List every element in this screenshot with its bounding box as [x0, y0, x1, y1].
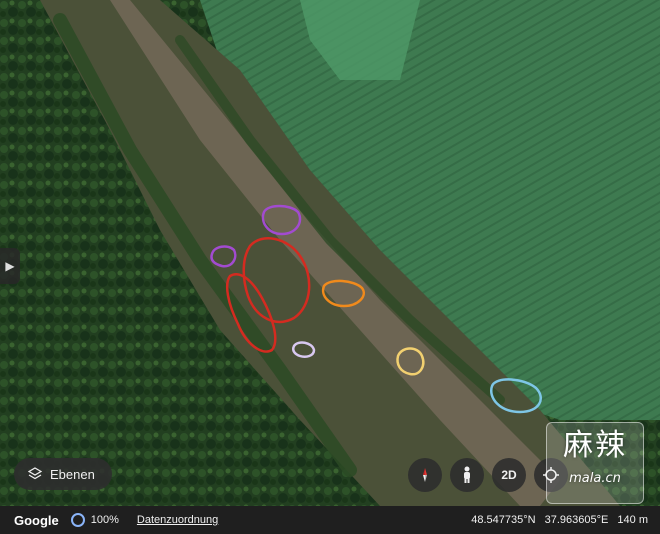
chevron-right-icon: ▶	[5, 259, 15, 273]
layers-icon	[28, 467, 42, 480]
pegman-icon	[464, 466, 470, 483]
compass-button[interactable]	[408, 458, 442, 492]
view-mode-label: 2D	[501, 468, 517, 482]
layers-label: Ebenen	[50, 466, 95, 482]
watermark-sub: mala.cn	[569, 471, 621, 486]
map-view[interactable]: ▶ Ebenen 2D 麻辣 mala.cn Google 100% Daten…	[0, 0, 660, 534]
coordinates-readout: 48.547735°N 37.963605°E 140 m	[465, 514, 648, 526]
view-mode-button[interactable]: 2D	[492, 458, 526, 492]
watermark-logo: 麻辣 mala.cn	[546, 422, 644, 504]
attribution-link[interactable]: Datenzuordnung	[137, 514, 218, 526]
load-progress: 100%	[90, 514, 119, 526]
loading-ring-icon	[70, 513, 85, 527]
google-logo: Google	[14, 512, 59, 528]
layers-button[interactable]: Ebenen	[14, 458, 112, 490]
side-panel-toggle[interactable]: ▶	[0, 248, 20, 284]
pegman-button[interactable]	[450, 458, 484, 492]
watermark-main: 麻辣	[563, 428, 627, 463]
latitude: 48.547735°N	[471, 514, 536, 526]
altitude: 140 m	[617, 514, 648, 526]
compass-icon	[423, 468, 427, 482]
status-bar: Google 100% Datenzuordnung 48.547735°N 3…	[0, 506, 660, 534]
longitude: 37.963605°E	[544, 514, 609, 526]
